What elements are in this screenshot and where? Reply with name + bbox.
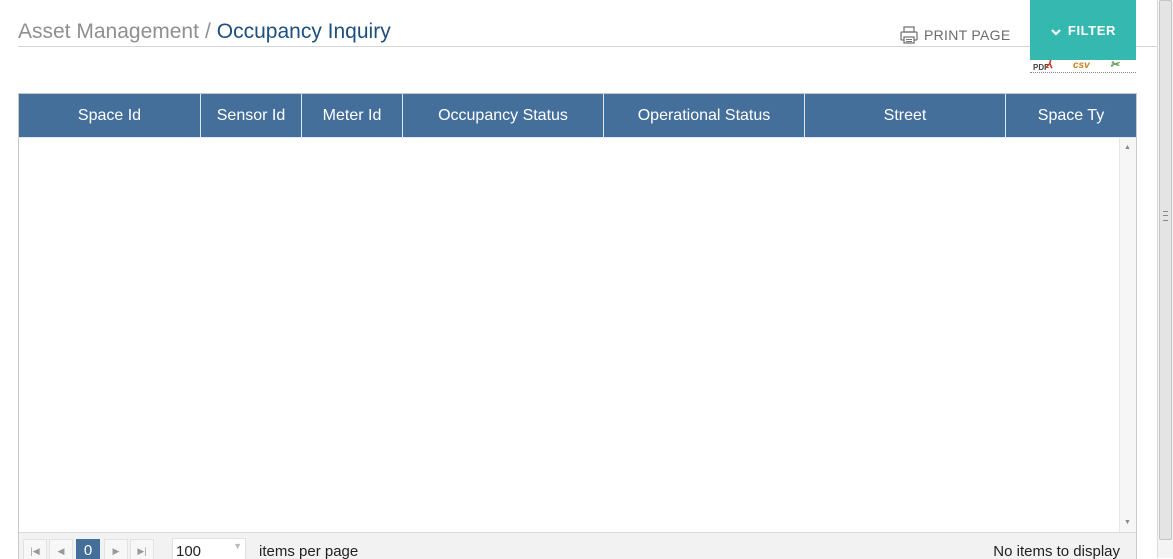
breadcrumb: Asset Management / Occupancy Inquiry bbox=[18, 20, 391, 44]
print-page-label: PRINT PAGE bbox=[924, 27, 1011, 43]
page-title: Occupancy Inquiry bbox=[216, 20, 391, 43]
window-scrollbar-thumb[interactable] bbox=[1159, 0, 1172, 540]
column-header-street[interactable]: Street bbox=[805, 94, 1006, 137]
filter-label: FILTER bbox=[1067, 22, 1117, 38]
column-header-space-id[interactable]: Space Id bbox=[19, 94, 201, 137]
grid-body bbox=[19, 138, 1119, 532]
chevron-down-icon: ▼ bbox=[233, 541, 242, 551]
column-header-space-type[interactable]: Space Ty bbox=[1006, 94, 1136, 137]
export-bar: PDF ⅄ csv ✂ bbox=[1030, 60, 1136, 73]
chevron-down-icon bbox=[1050, 25, 1062, 36]
occupancy-grid: Space Id Sensor Id Meter Id Occupancy St… bbox=[18, 93, 1137, 559]
next-page-button[interactable]: ▶ bbox=[104, 539, 128, 559]
pager: |◀ ◀ 0 ▶ ▶| 100 ▼ items per page No item… bbox=[19, 532, 1136, 559]
grid-header: Space Id Sensor Id Meter Id Occupancy St… bbox=[19, 94, 1136, 138]
column-header-operational-status[interactable]: Operational Status bbox=[604, 94, 805, 137]
last-page-button[interactable]: ▶| bbox=[130, 539, 154, 559]
export-csv-button[interactable]: csv bbox=[1073, 60, 1090, 72]
excel-icon[interactable]: ✂ bbox=[1110, 60, 1119, 71]
grip-icon bbox=[1163, 211, 1168, 221]
column-header-meter-id[interactable]: Meter Id bbox=[302, 94, 403, 137]
previous-page-button[interactable]: ◀ bbox=[49, 539, 73, 559]
scroll-down-icon[interactable]: ▼ bbox=[1124, 519, 1131, 526]
filter-button[interactable]: FILTER bbox=[1030, 0, 1136, 60]
empty-message: No items to display bbox=[993, 543, 1120, 559]
header-divider bbox=[18, 46, 1157, 47]
breadcrumb-parent[interactable]: Asset Management bbox=[18, 20, 199, 43]
items-per-page-label: items per page bbox=[259, 543, 359, 559]
window-scrollbar[interactable] bbox=[1157, 0, 1173, 558]
grid-vertical-scrollbar[interactable]: ▲ ▼ bbox=[1119, 138, 1136, 532]
print-page-button[interactable]: PRINT PAGE bbox=[899, 25, 1011, 45]
breadcrumb-separator: / bbox=[204, 20, 211, 43]
first-page-button[interactable]: |◀ bbox=[23, 539, 47, 559]
pdf-icon: ⅄ bbox=[1045, 60, 1053, 71]
scroll-up-icon[interactable]: ▲ bbox=[1124, 144, 1131, 151]
current-page[interactable]: 0 bbox=[76, 539, 100, 559]
page-size-select[interactable]: 100 ▼ bbox=[172, 538, 246, 559]
printer-icon bbox=[899, 25, 919, 45]
page-size-value: 100 bbox=[176, 543, 202, 559]
column-header-sensor-id[interactable]: Sensor Id bbox=[201, 94, 302, 137]
column-header-occupancy-status[interactable]: Occupancy Status bbox=[403, 94, 604, 137]
